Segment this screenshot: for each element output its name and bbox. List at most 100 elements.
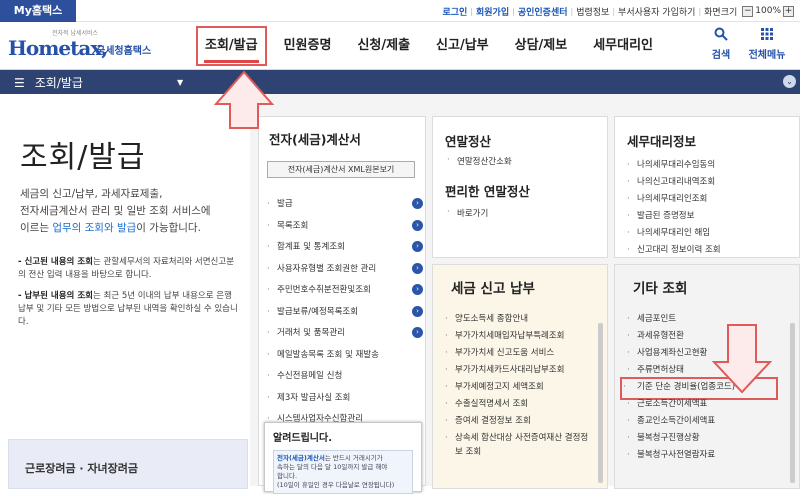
list-item[interactable]: 수출실적명세서 조회 xyxy=(445,397,595,414)
notice-title: 알려드립니다. xyxy=(273,433,332,444)
incentive-banner[interactable]: 근로장려금 · 자녀장려금 xyxy=(8,439,248,489)
list-item[interactable]: 나의신고대리내역조회 xyxy=(627,175,721,192)
list-item[interactable]: 부가가치세카드사대리납부조회 xyxy=(445,363,595,380)
list-item[interactable]: 나의세무대리수임동의 xyxy=(627,158,721,175)
global-nav: 조회/발급 민원증명 신청/제출 신고/납부 상담/제보 세무대리인 xyxy=(192,22,666,70)
nav-consult-report[interactable]: 상담/제보 xyxy=(502,22,581,70)
desc-highlight: 업무의 조회와 발급 xyxy=(52,222,137,234)
list-item[interactable]: 상속세 합산대상 사전증여재산 결정정보 조회 xyxy=(445,431,595,461)
list-item[interactable]: 신고대리 정보이력 조회 xyxy=(627,243,721,260)
desc-line: 전자세금계산서 관리 및 일반 조회 서비스에 xyxy=(20,205,211,217)
nav-apply-submit[interactable]: 신청/제출 xyxy=(344,22,423,70)
list-item[interactable]: 종교인소득간이세액표 xyxy=(627,414,775,431)
other-inquiry-panel: 기타 조회 세금포인트 과세유형전환 사업용계좌신고현황 주류면허상태 기준 단… xyxy=(614,264,800,489)
login-link[interactable]: 로그인 xyxy=(439,5,470,18)
nav-inquiry-issuance[interactable]: 조회/발급 xyxy=(192,22,271,70)
list-item[interactable]: 메일발송목록 조회 및 재발송 xyxy=(267,348,423,370)
zoom-in-button[interactable]: + xyxy=(783,5,794,17)
list-item[interactable]: 나의세무대리인조회 xyxy=(627,192,721,209)
full-menu-button[interactable]: 전체메뉴 xyxy=(744,26,790,61)
tax-agent-list: 나의세무대리수임동의 나의신고대리내역조회 나의세무대리인조회 발급된 증명정보… xyxy=(627,158,721,260)
tax-agent-info-title: 세무대리정보 xyxy=(627,134,697,149)
search-label: 검색 xyxy=(711,50,731,61)
main-content: 조회/발급 세금의 신고/납부, 과세자료제출, 전자세금계산서 관리 및 일반… xyxy=(0,94,800,494)
nav-certificates[interactable]: 민원증명 xyxy=(271,22,345,70)
list-item[interactable]: 증여세 결정정보 조회 xyxy=(445,414,595,431)
grid-menu-icon xyxy=(744,26,790,46)
list-item[interactable]: 부가세예정고지 세액조회 xyxy=(445,380,595,397)
xml-view-button[interactable]: 전자(세금)계산서 XML원본보기 xyxy=(267,161,415,178)
list-item-standard-expense-rate[interactable]: 기준 단순 경비율(업종코드) xyxy=(620,377,778,400)
signup-link[interactable]: 회원가입 xyxy=(473,5,512,18)
arrow-icon: › xyxy=(412,198,423,209)
top-utility-bar: My홈택스 로그인 | 회원가입 | 공인인증센터 | 법령정보 | 부서사용자 가입하… xyxy=(0,0,800,22)
list-item[interactable]: 불복청구진행상황 xyxy=(627,431,775,448)
section-title: 조회/발급 xyxy=(34,76,83,90)
list-item[interactable]: 부가가치세 신고도움 서비스 xyxy=(445,346,595,363)
tax-agent-info-panel: 세무대리정보 나의세무대리수임동의 나의신고대리내역조회 나의세무대리인조회 발… xyxy=(614,116,800,258)
list-item[interactable]: 거래처 및 품목관리› xyxy=(267,326,423,348)
scrollbar[interactable] xyxy=(598,323,603,483)
page-title: 조회/발급 xyxy=(20,140,146,175)
utility-links: 로그인 | 회원가입 | 공인인증센터 | 법령정보 | 부서사용자 가입하기 | 화면크… xyxy=(439,0,796,22)
list-item[interactable]: 나의세무대리인 해임 xyxy=(627,226,721,243)
section-bar: ☰ 조회/발급 ▼ ⌄ xyxy=(0,70,800,94)
list-item[interactable]: 불복청구사전열람자료 xyxy=(627,448,775,465)
list-item[interactable]: 발급된 증명정보 xyxy=(627,209,721,226)
year-end-panel: 연말정산 연말정산간소화 편리한 연말정산 바로가기 xyxy=(432,116,608,258)
arrow-icon: › xyxy=(412,284,423,295)
notice-popup: 알려드립니다. 전자(세금)계산서는 반드시 거래시기가 속하는 달의 다음 달… xyxy=(264,422,422,494)
page-description: 세금의 신고/납부, 과세자료제출, 전자세금계산서 관리 및 일반 조회 서비… xyxy=(20,186,245,237)
list-item[interactable]: 부가가치세매입자납부특례조회 xyxy=(445,329,595,346)
main-header: 전자적 납세서비스 Hometax, 국세청홈택스 조회/발급 민원증명 신청/… xyxy=(0,22,800,70)
law-info-link[interactable]: 법령정보 xyxy=(573,5,612,18)
logo-brand: Hometax, xyxy=(8,36,108,60)
search-button[interactable]: 검색 xyxy=(698,26,744,61)
easy-year-end-title: 편리한 연말정산 xyxy=(445,184,530,199)
list-item[interactable]: 목록조회› xyxy=(267,219,423,241)
list-item[interactable]: 바로가기 xyxy=(447,207,488,219)
bar-divider xyxy=(193,70,207,94)
intro-panel: 조회/발급 세금의 신고/납부, 과세자료제출, 전자세금계산서 관리 및 일반… xyxy=(0,94,250,489)
collapse-icon[interactable]: ⌄ xyxy=(783,75,796,88)
arrow-icon: › xyxy=(412,327,423,338)
nav-report-pay[interactable]: 신고/납부 xyxy=(423,22,502,70)
desc-line: 세금의 신고/납부, 과세자료제출, xyxy=(20,188,163,200)
tax-report-list: 양도소득세 종합안내 부가가치세매입자납부특례조회 부가가치세 신고도움 서비스… xyxy=(445,312,595,461)
full-menu-label: 전체메뉴 xyxy=(748,50,786,61)
list-item[interactable]: 근로소득간이세액표 xyxy=(627,397,775,414)
desc-line: 이르는 업무의 조회와 발급이 가능합니다. xyxy=(20,222,201,234)
nav-tax-agent[interactable]: 세무대리인 xyxy=(580,22,666,70)
list-item[interactable]: 과세유형전환 xyxy=(627,329,775,346)
scrollbar[interactable] xyxy=(790,323,795,483)
list-item[interactable]: 사용자유형별 조회권한 관리› xyxy=(267,262,423,284)
list-item[interactable]: 사업용계좌신고현황 xyxy=(627,346,775,363)
cert-center-link[interactable]: 공인인증센터 xyxy=(515,5,571,18)
hamburger-icon: ☰ xyxy=(14,75,25,90)
list-item[interactable]: 발급› xyxy=(267,197,423,219)
zoom-out-button[interactable]: − xyxy=(742,5,754,17)
my-hometax-link[interactable]: My홈택스 xyxy=(0,0,76,22)
list-item[interactable]: 연말정산간소화 xyxy=(447,155,512,167)
list-item[interactable]: 제3자 발급사실 조회 xyxy=(267,391,423,413)
section-menu[interactable]: ☰ 조회/발급 xyxy=(14,74,83,91)
arrow-icon: › xyxy=(412,262,423,274)
list-item[interactable]: 수신전용메일 신청 xyxy=(267,369,423,391)
notice-body: 전자(세금)계산서는 반드시 거래시기가 속하는 달의 다음 달 10일까지 발… xyxy=(273,450,413,494)
list-item[interactable]: 양도소득세 종합안내 xyxy=(445,312,595,329)
list-item[interactable]: 발급보류/예정목록조회› xyxy=(267,305,423,327)
list-item[interactable]: 주민번호수취분전환및조회› xyxy=(267,283,423,305)
tax-report-panel: 세금 신고 납부 양도소득세 종합안내 부가가치세매입자납부특례조회 부가가치세… xyxy=(432,264,608,489)
hometax-logo[interactable]: 전자적 납세서비스 Hometax, 국세청홈택스 xyxy=(8,28,158,64)
logo-korean: 국세청홈택스 xyxy=(96,46,152,57)
zoom-level: 100% xyxy=(755,6,781,16)
tax-report-title: 세금 신고 납부 xyxy=(451,281,535,297)
dept-user-signup-link[interactable]: 부서사용자 가입하기 xyxy=(615,5,698,18)
list-item[interactable]: 세금포인트 xyxy=(627,312,775,329)
list-item[interactable]: 합계표 및 통계조회› xyxy=(267,240,423,262)
screen-size-label: 화면크기 xyxy=(704,7,738,18)
note-reported: - 신고된 내용의 조회는 관할세무서의 자료처리와 서면신고분의 전산 입력 … xyxy=(18,257,235,280)
other-inquiry-title: 기타 조회 xyxy=(633,281,688,297)
list-item[interactable]: 주류면허상태 xyxy=(627,363,775,380)
section-dropdown-icon[interactable]: ▼ xyxy=(177,78,183,87)
